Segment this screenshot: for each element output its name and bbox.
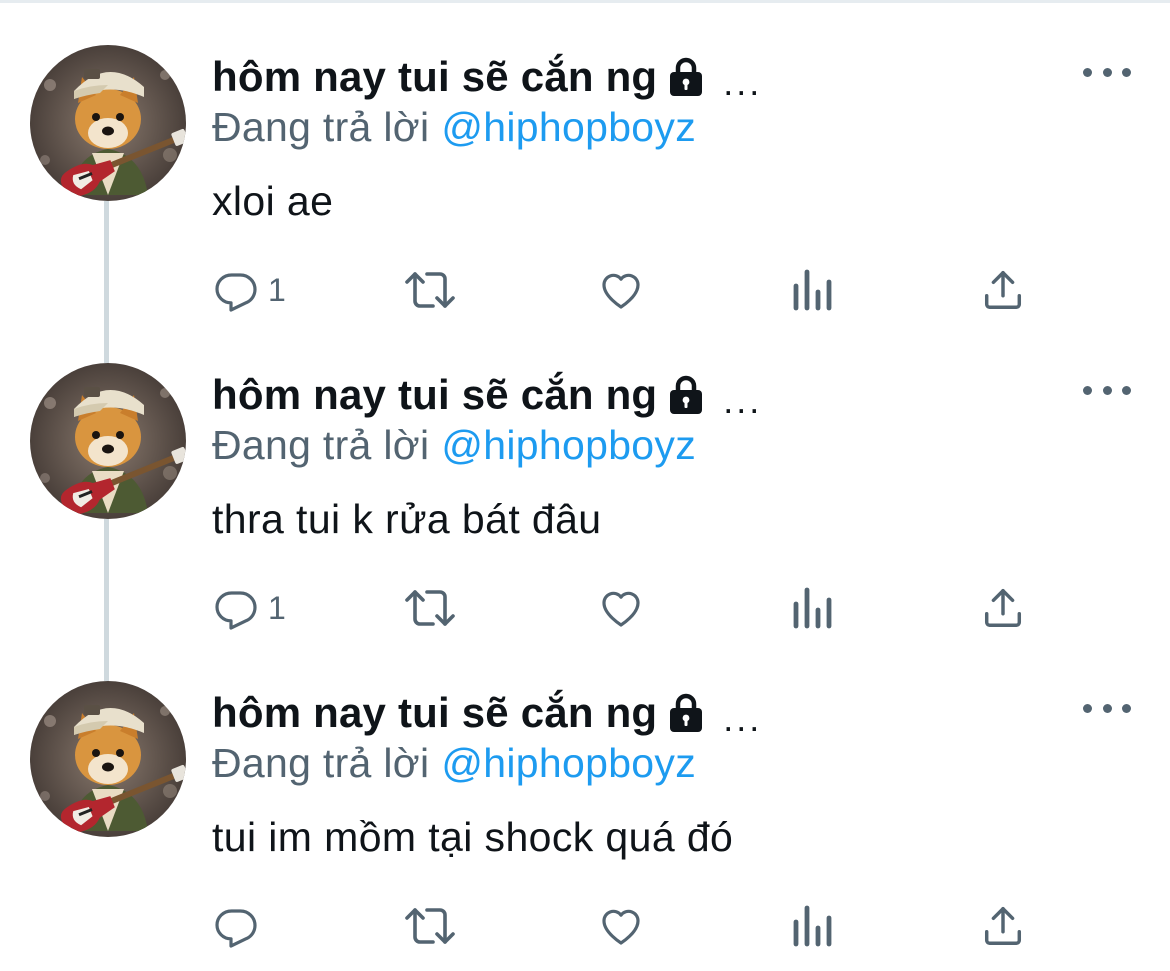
retweet-button[interactable] bbox=[402, 580, 458, 636]
like-icon bbox=[602, 909, 640, 945]
analytics-button[interactable] bbox=[790, 580, 834, 636]
lock-icon bbox=[665, 374, 707, 416]
replying-to: Đang trả lời @hiphopboyz bbox=[212, 422, 696, 469]
replying-to-label: Đang trả lời bbox=[212, 422, 430, 468]
retweet-button[interactable] bbox=[402, 262, 458, 318]
like-button[interactable] bbox=[596, 898, 646, 954]
reply-icon bbox=[215, 591, 257, 630]
share-icon bbox=[984, 271, 1022, 309]
like-icon bbox=[602, 273, 640, 309]
avatar[interactable] bbox=[30, 45, 186, 201]
display-name[interactable]: hôm nay tui sẽ cắn ng bbox=[212, 53, 657, 101]
name-truncation: ... bbox=[723, 62, 763, 103]
tweet-actions bbox=[0, 898, 1170, 954]
lock-icon bbox=[665, 56, 707, 98]
tweet-actions: 1 bbox=[0, 580, 1170, 636]
tweet[interactable]: hôm nay tui sẽ cắn ng ... Đang trả lời @h… bbox=[0, 0, 1170, 318]
reply-count: 1 bbox=[268, 271, 286, 308]
author-row: hôm nay tui sẽ cắn ng ... bbox=[212, 365, 762, 425]
more-options-icon[interactable] bbox=[1083, 55, 1131, 89]
reply-count: 1 bbox=[268, 589, 286, 626]
retweet-icon bbox=[405, 590, 455, 626]
avatar[interactable] bbox=[30, 681, 186, 837]
name-truncation: ... bbox=[723, 698, 763, 739]
like-button[interactable] bbox=[596, 580, 646, 636]
replying-to: Đang trả lời @hiphopboyz bbox=[212, 740, 696, 787]
replying-to-label: Đang trả lời bbox=[212, 104, 430, 150]
tweet[interactable]: hôm nay tui sẽ cắn ng ... Đang trả lời @h… bbox=[0, 636, 1170, 954]
replying-to: Đang trả lời @hiphopboyz bbox=[212, 104, 696, 151]
tweet[interactable]: hôm nay tui sẽ cắn ng ... Đang trả lời @h… bbox=[0, 318, 1170, 636]
tweet-text: xloi ae bbox=[212, 178, 334, 224]
analytics-icon bbox=[793, 905, 832, 947]
tweet-actions: 1 bbox=[0, 262, 1170, 318]
display-name[interactable]: hôm nay tui sẽ cắn ng bbox=[212, 371, 657, 419]
author-row: hôm nay tui sẽ cắn ng ... bbox=[212, 683, 762, 743]
name-truncation: ... bbox=[723, 380, 763, 421]
replying-to-handle[interactable]: @hiphopboyz bbox=[441, 104, 696, 150]
share-icon bbox=[984, 589, 1022, 627]
replying-to-label: Đang trả lời bbox=[212, 740, 430, 786]
more-options-icon[interactable] bbox=[1083, 373, 1131, 407]
reply-icon bbox=[215, 909, 257, 948]
analytics-icon bbox=[793, 587, 832, 629]
share-button[interactable] bbox=[980, 580, 1026, 636]
tweet-text: tui im mồm tại shock quá đó bbox=[212, 814, 734, 860]
replying-to-handle[interactable]: @hiphopboyz bbox=[441, 422, 696, 468]
share-button[interactable] bbox=[980, 262, 1026, 318]
analytics-button[interactable] bbox=[790, 262, 834, 318]
retweet-icon bbox=[405, 908, 455, 944]
replying-to-handle[interactable]: @hiphopboyz bbox=[441, 740, 696, 786]
reply-button[interactable]: 1 bbox=[212, 580, 286, 636]
analytics-icon bbox=[793, 269, 832, 311]
retweet-icon bbox=[405, 272, 455, 308]
reply-button[interactable]: 1 bbox=[212, 262, 286, 318]
display-name[interactable]: hôm nay tui sẽ cắn ng bbox=[212, 689, 657, 737]
retweet-button[interactable] bbox=[402, 898, 458, 954]
share-button[interactable] bbox=[980, 898, 1026, 954]
tweet-text: thra tui k rửa bát đâu bbox=[212, 496, 602, 542]
like-icon bbox=[602, 591, 640, 627]
like-button[interactable] bbox=[596, 262, 646, 318]
lock-icon bbox=[665, 692, 707, 734]
more-options-icon[interactable] bbox=[1083, 691, 1131, 725]
share-icon bbox=[984, 907, 1022, 945]
reply-button[interactable] bbox=[212, 898, 268, 954]
avatar[interactable] bbox=[30, 363, 186, 519]
reply-icon bbox=[215, 273, 257, 312]
author-row: hôm nay tui sẽ cắn ng ... bbox=[212, 47, 762, 107]
analytics-button[interactable] bbox=[790, 898, 834, 954]
